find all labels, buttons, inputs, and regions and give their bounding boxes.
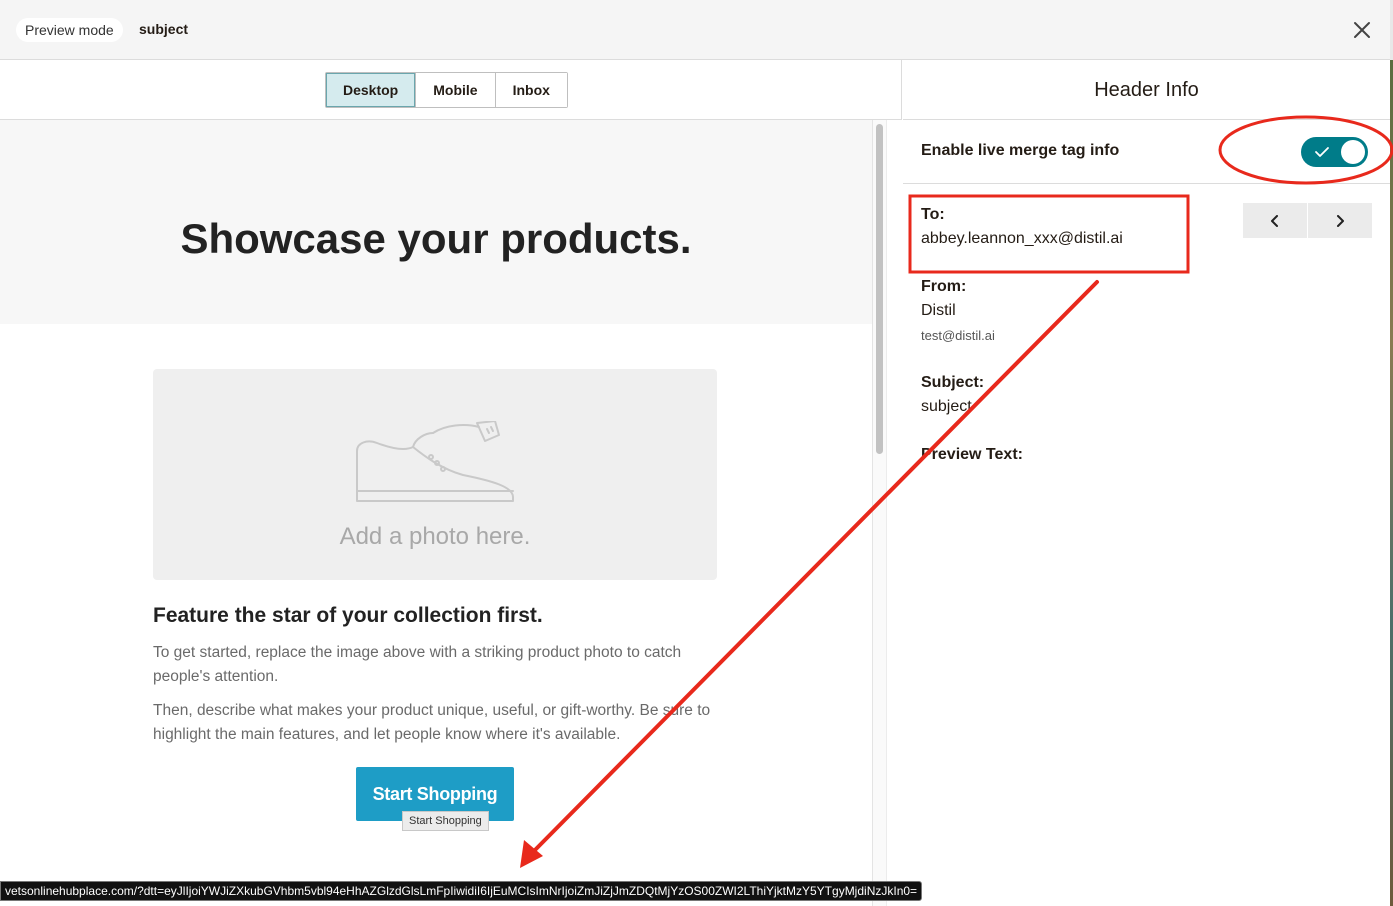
to-value: abbey.leannon_xxx@distil.ai [921,230,1123,247]
scrollbar-thumb[interactable] [876,124,883,454]
body-paragraph-2: Then, describe what makes your product u… [153,702,711,743]
header-info-panel: Header Info Enable live merge tag info T… [903,60,1390,906]
shoe-icon [356,421,514,502]
merge-toggle-label: Enable live merge tag info [921,142,1120,159]
preview-mode-label: Preview mode [16,18,123,42]
tab-desktop[interactable]: Desktop [326,73,417,107]
email-preview-pane: Desktop Mobile Inbox Showcase your produ… [0,60,902,906]
checkmark-icon [1315,147,1329,157]
tab-mobile[interactable]: Mobile [416,73,496,107]
hero-section: Showcase your products. [0,120,872,324]
feature-heading: Feature the star of your collection firs… [153,604,543,627]
subject-value: subject [921,398,972,415]
merge-tag-toggle[interactable] [1301,137,1368,167]
view-mode-tabs: Desktop Mobile Inbox [325,72,568,108]
chevron-right-icon [1337,214,1344,227]
button-tooltip: Start Shopping [402,811,489,831]
pane-gutter [886,120,902,906]
close-icon[interactable] [1350,18,1374,42]
email-canvas[interactable]: Showcase your products. Add a photo here… [0,120,872,906]
from-name: Distil [921,302,956,319]
photo-placeholder[interactable]: Add a photo here. [153,369,717,580]
recipient-nav [1243,203,1372,238]
toggle-knob [1341,140,1365,164]
previous-recipient-button[interactable] [1243,203,1307,238]
tab-inbox[interactable]: Inbox [495,73,567,107]
preview-scrollbar[interactable] [872,120,886,906]
panel-title: Header Info [903,60,1390,120]
chevron-left-icon [1271,214,1278,227]
preview-text-label: Preview Text: [921,446,1023,463]
top-bar: Preview mode subject [0,0,1393,60]
from-email: test@distil.ai [921,328,995,343]
next-recipient-button[interactable] [1308,203,1372,238]
email-subject-title: subject [139,21,189,37]
body-paragraph-1: To get started, replace the image above … [153,644,682,685]
status-bar-url: vetsonlinehubplace.com/?dtt=eyJlIjoiYWJi… [0,881,923,901]
hero-title: Showcase your products. [180,215,692,262]
from-label: From: [921,278,967,295]
subject-label: Subject: [921,374,985,391]
merge-tag-setting: Enable live merge tag info [903,120,1390,184]
photo-placeholder-text: Add a photo here. [339,523,531,550]
to-label: To: [921,206,945,223]
